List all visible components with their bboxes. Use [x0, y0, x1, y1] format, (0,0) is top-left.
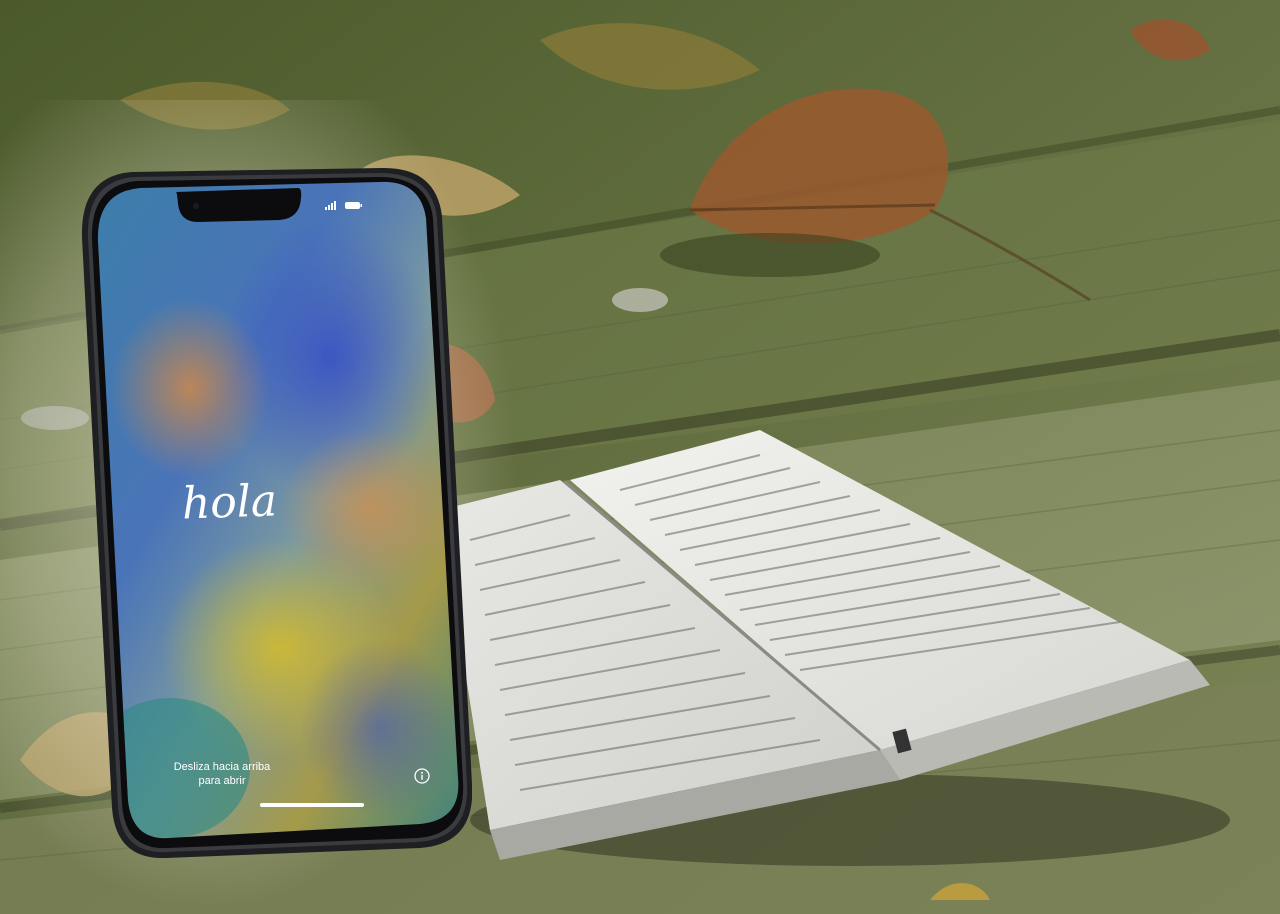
- status-bar: [325, 201, 362, 210]
- greeting-text: hola: [80, 472, 390, 547]
- unlock-hint-line1: Desliza hacia arriba: [173, 761, 271, 773]
- svg-text:hola: hola: [181, 475, 278, 529]
- hola-script: hola: [181, 475, 278, 529]
- home-indicator[interactable]: [260, 803, 364, 807]
- battery-icon: [345, 202, 362, 209]
- info-icon[interactable]: [414, 768, 430, 784]
- unlock-hint[interactable]: Desliza hacia arriba para abrir: [152, 760, 292, 788]
- signal-icon: [325, 201, 336, 210]
- unlock-hint-line2: para abrir: [198, 775, 246, 787]
- open-bible-book: [440, 430, 1230, 866]
